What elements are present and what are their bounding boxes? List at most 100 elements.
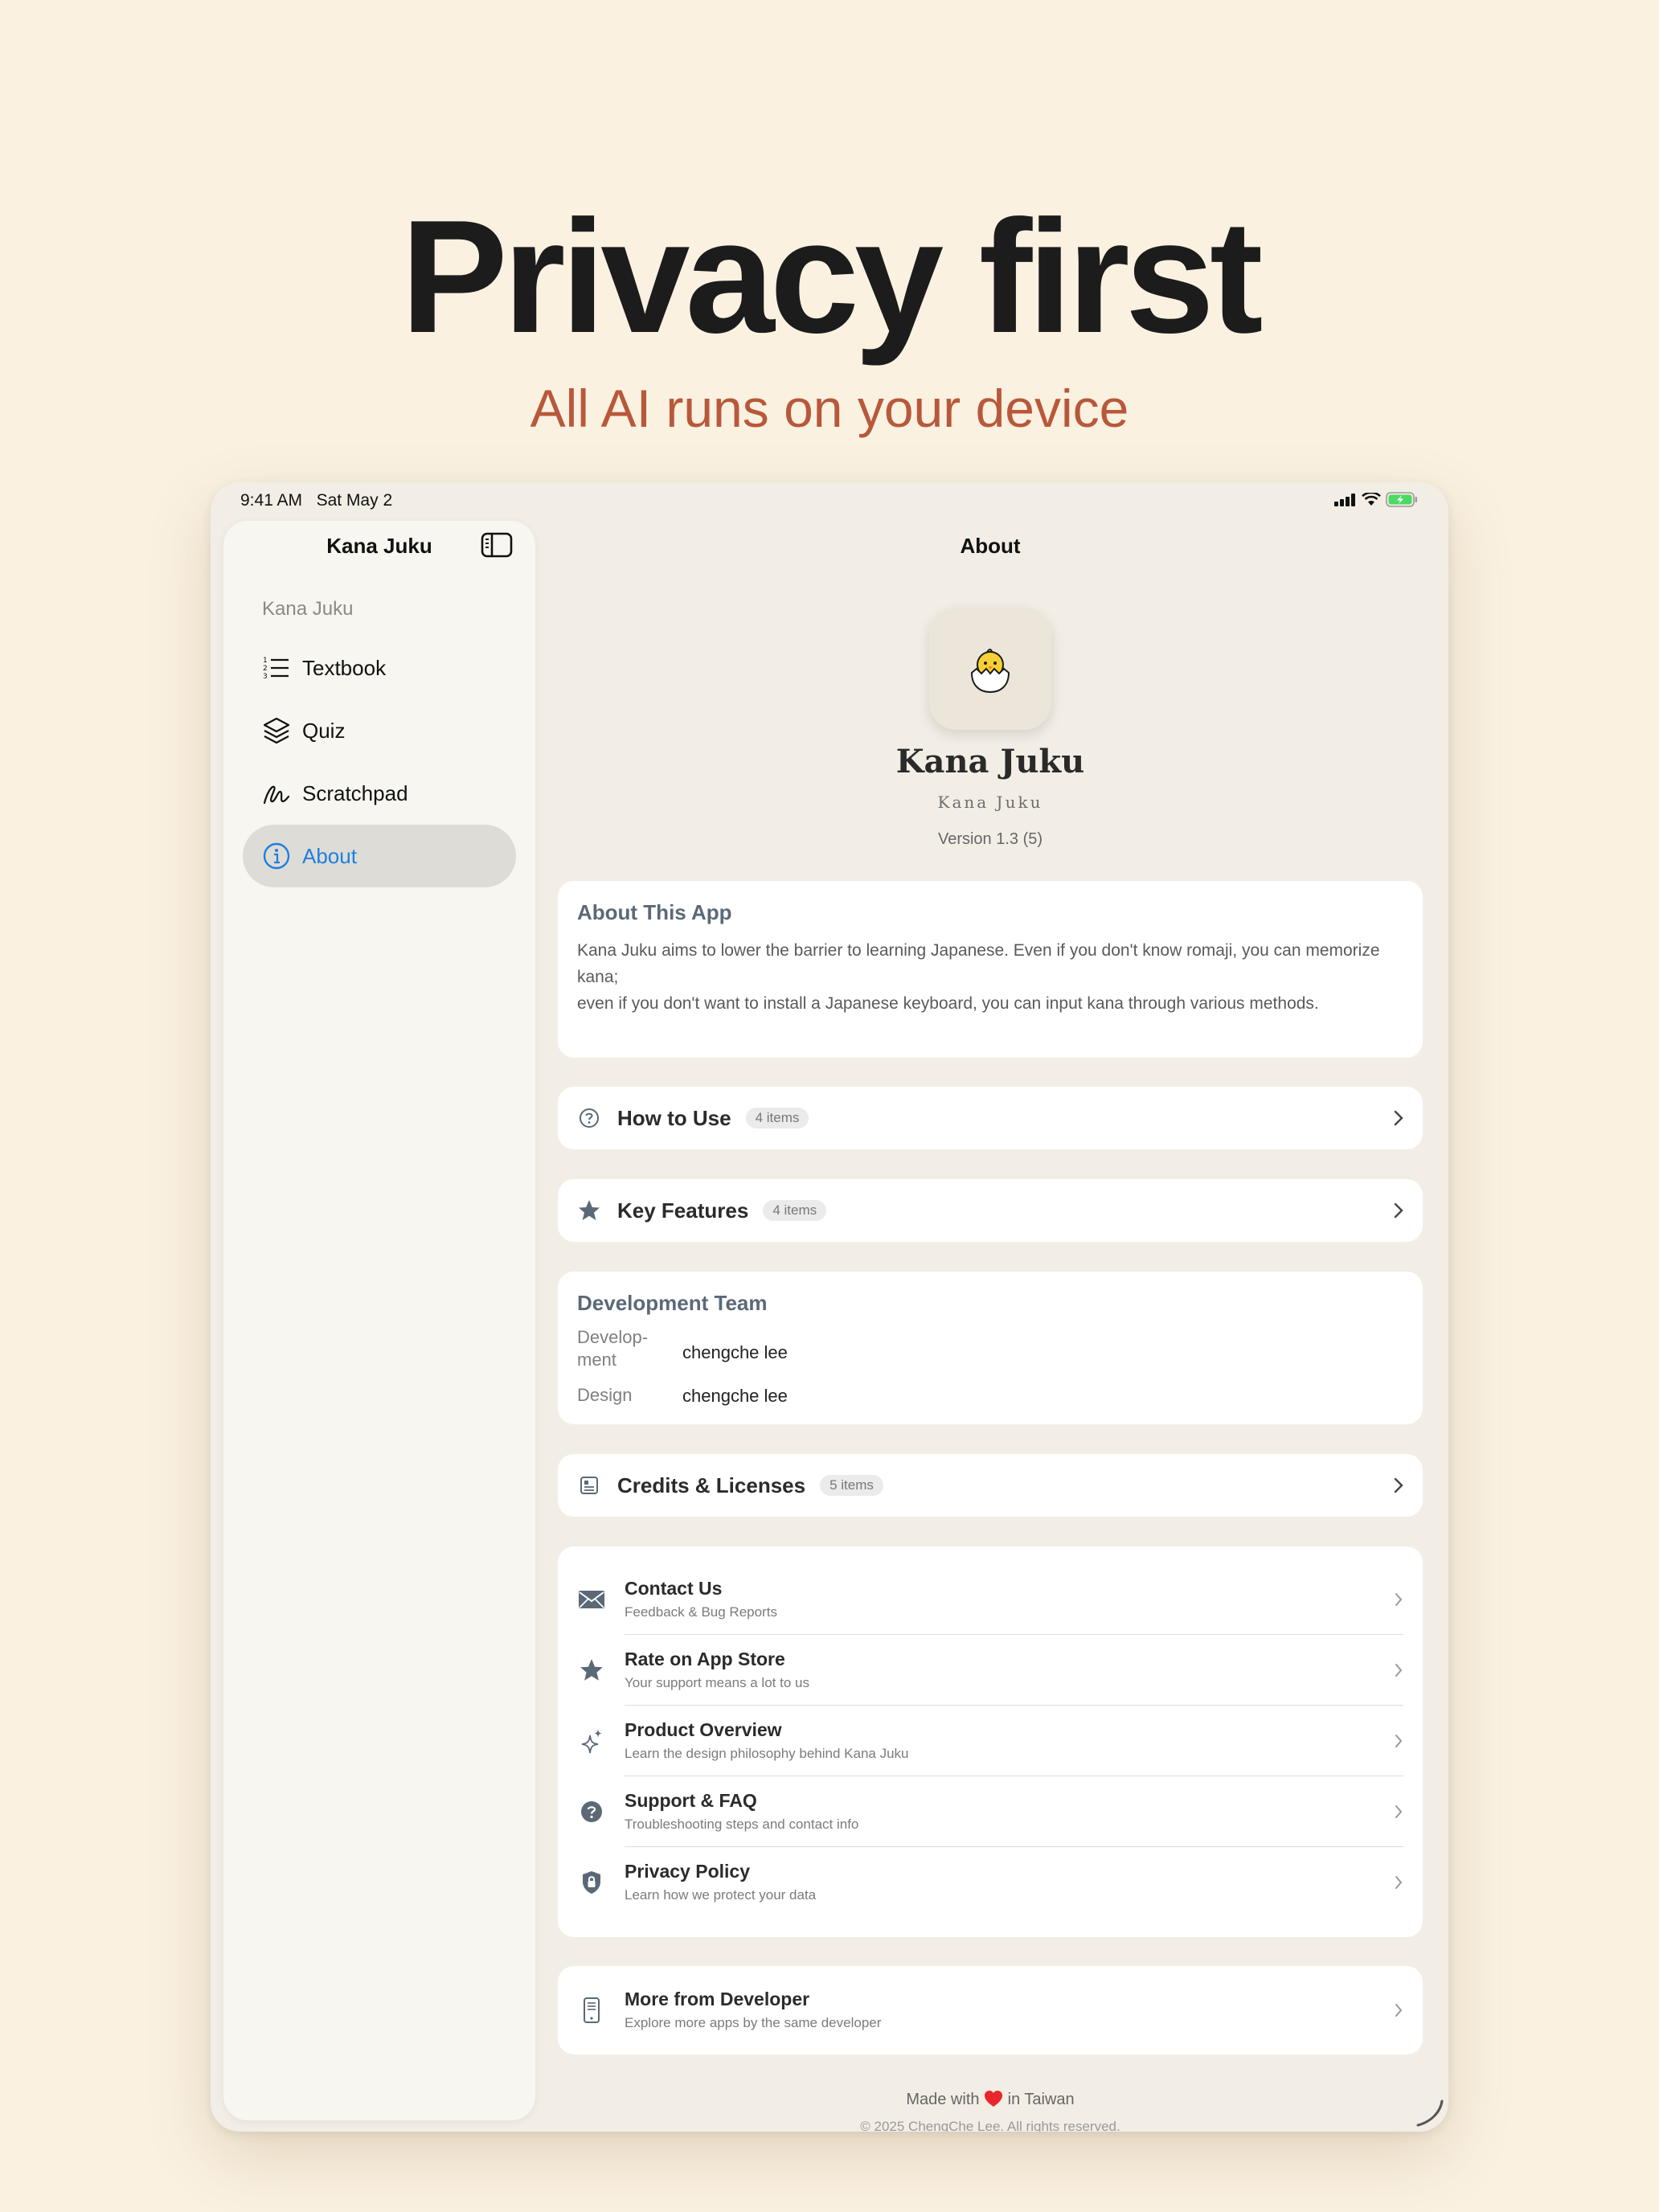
support-faq-subtitle: Troubleshooting steps and contact info	[625, 1817, 859, 1832]
page-title: About	[960, 534, 1021, 558]
sidebar-section-label: Kana Juku	[262, 598, 354, 620]
about-app-card: About This App Kana Juku aims to lower t…	[558, 881, 1423, 1058]
sidebar-item-label: Textbook	[302, 655, 387, 680]
phone-icon	[577, 1996, 606, 2025]
how-to-use-row[interactable]: How to Use 4 items	[558, 1087, 1423, 1149]
footer-made-suffix: in Taiwan	[1007, 2091, 1075, 2108]
links-card: Contact Us Feedback & Bug Reports Rate o…	[558, 1546, 1423, 1937]
chevron-right-icon	[1394, 1202, 1403, 1219]
app-version: Version 1.3 (5)	[937, 830, 1043, 848]
footer-made-prefix: Made with	[906, 2091, 980, 2108]
sparkles-icon	[577, 1727, 606, 1755]
sidebar-item-scratchpad[interactable]: Scratchpad	[243, 762, 516, 825]
status-time: 9:41 AM Sat May 2	[240, 491, 392, 510]
layers-icon	[260, 715, 293, 747]
sidebar-item-about[interactable]: About	[243, 825, 516, 887]
heart-icon	[985, 2091, 1003, 2107]
shield-lock-icon	[577, 1868, 606, 1897]
about-page: About Kana Juku Kana Juku Version 1.3 (5…	[558, 521, 1423, 2132]
credits-licenses-row[interactable]: Credits & Licenses 5 items	[558, 1454, 1423, 1517]
star-icon	[577, 1656, 606, 1685]
status-icons	[1334, 492, 1418, 507]
team-role: Design	[577, 1385, 633, 1405]
chevron-right-icon	[1395, 1735, 1403, 1747]
cellular-signal-icon	[1334, 493, 1355, 506]
status-clock: 9:41 AM	[240, 491, 303, 510]
chevron-right-icon	[1394, 1477, 1403, 1493]
hero-title: Privacy first	[400, 187, 1263, 367]
copyright-footer: © 2025 ChengChe Lee. All rights reserved…	[860, 2119, 1120, 2132]
key-features-row[interactable]: Key Features 4 items	[558, 1179, 1423, 1242]
development-team-heading: Development Team	[577, 1291, 768, 1315]
sidebar-item-quiz[interactable]: Quiz	[243, 699, 516, 762]
more-from-developer-title: More from Developer	[625, 1989, 810, 2009]
app-subtitle: Kana Juku	[937, 793, 1043, 812]
team-role: Develop- ment	[577, 1327, 649, 1370]
sidebar: Kana Juku Kana Juku 1 2 3 Textbook Quiz …	[223, 521, 535, 2120]
support-faq-title: Support & FAQ	[625, 1790, 757, 1811]
chevron-right-icon	[1395, 1805, 1403, 1818]
team-name: chengche lee	[682, 1342, 788, 1362]
info-circle-icon	[260, 840, 293, 872]
chevron-right-icon	[1395, 2004, 1403, 2017]
star-icon	[577, 1198, 601, 1223]
chevron-right-icon	[1395, 1664, 1403, 1677]
document-icon	[577, 1473, 601, 1497]
privacy-policy-subtitle: Learn how we protect your data	[625, 1887, 817, 1903]
support-faq-row[interactable]: Support & FAQ Troubleshooting steps and …	[558, 1776, 1423, 1847]
sidebar-item-textbook[interactable]: 1 2 3 Textbook	[243, 637, 516, 699]
contact-us-subtitle: Feedback & Bug Reports	[625, 1604, 777, 1620]
ipad-screen: 9:41 AM Sat May 2 Kana Juku Kana Juku 1 …	[211, 482, 1448, 2132]
app-name: Kana Juku	[895, 743, 1085, 780]
contact-us-title: Contact Us	[625, 1578, 723, 1599]
chevron-right-icon	[1394, 1110, 1403, 1126]
about-text-line2: even if you don't want to install a Japa…	[577, 994, 1319, 1013]
key-features-count-badge: 4 items	[763, 1200, 827, 1221]
more-from-developer-card: More from Developer Explore more apps by…	[558, 1966, 1423, 2054]
sidebar-toggle-button[interactable]	[481, 532, 513, 559]
how-to-use-count-badge: 4 items	[745, 1108, 809, 1129]
hero-subtitle: All AI runs on your device	[530, 379, 1129, 438]
status-date: Sat May 2	[316, 491, 393, 510]
rate-app-store-row[interactable]: Rate on App Store Your support means a l…	[558, 1635, 1423, 1706]
sidebar-item-label: Quiz	[302, 718, 346, 743]
svg-text:1: 1	[263, 657, 268, 665]
chevron-right-icon	[1395, 1876, 1403, 1889]
privacy-policy-title: Privacy Policy	[625, 1861, 750, 1882]
battery-icon	[1386, 492, 1417, 507]
app-icon	[929, 608, 1051, 730]
envelope-icon	[577, 1585, 606, 1614]
credits-count-badge: 5 items	[820, 1475, 883, 1496]
team-name: chengche lee	[682, 1386, 788, 1406]
sidebar-toggle-icon	[481, 532, 513, 558]
privacy-policy-row[interactable]: Privacy Policy Learn how we protect your…	[558, 1847, 1423, 1918]
how-to-use-label: How to Use	[617, 1105, 731, 1130]
scribble-icon	[260, 777, 293, 809]
about-app-heading: About This App	[577, 900, 732, 924]
product-overview-subtitle: Learn the design philosophy behind Kana …	[625, 1746, 909, 1761]
key-features-label: Key Features	[617, 1198, 749, 1223]
contact-us-row[interactable]: Contact Us Feedback & Bug Reports	[558, 1564, 1423, 1635]
question-filled-icon	[577, 1797, 606, 1826]
svg-text:2: 2	[263, 665, 268, 673]
wifi-icon	[1362, 493, 1381, 506]
sidebar-item-label: About	[302, 843, 357, 868]
list-numbered-icon: 1 2 3	[260, 652, 293, 684]
hatching-chick-icon	[970, 649, 1010, 694]
question-circle-icon	[577, 1106, 601, 1130]
about-app-text: Kana Juku aims to lower the barrier to l…	[577, 937, 1405, 1017]
rate-app-store-title: Rate on App Store	[625, 1649, 785, 1669]
product-overview-title: Product Overview	[625, 1719, 782, 1740]
more-from-developer-subtitle: Explore more apps by the same developer	[625, 2015, 882, 2030]
sidebar-item-label: Scratchpad	[302, 780, 408, 805]
made-in-taiwan-footer: Made with in Taiwan	[558, 2090, 1423, 2109]
svg-text:3: 3	[263, 673, 268, 681]
about-text-line1: Kana Juku aims to lower the barrier to l…	[577, 941, 1380, 986]
product-overview-row[interactable]: Product Overview Learn the design philos…	[558, 1706, 1423, 1776]
rate-app-store-subtitle: Your support means a lot to us	[625, 1675, 809, 1690]
more-from-developer-row[interactable]: More from Developer Explore more apps by…	[558, 1975, 1423, 2046]
development-team-card: Development Team Develop- ment chengche …	[558, 1272, 1423, 1424]
chevron-right-icon	[1395, 1593, 1403, 1606]
home-indicator-corner	[1416, 2099, 1444, 2127]
credits-licenses-label: Credits & Licenses	[617, 1473, 806, 1497]
